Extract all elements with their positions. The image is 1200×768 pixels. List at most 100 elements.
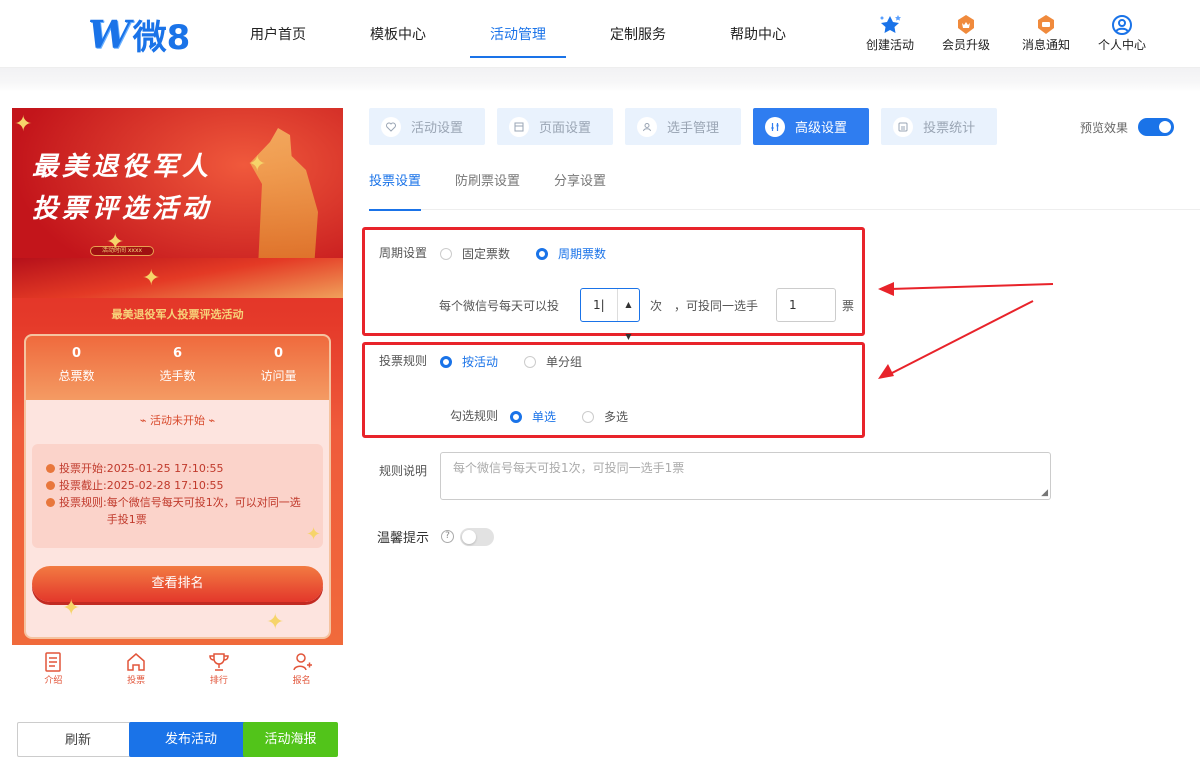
- tab-ranking[interactable]: 排行: [178, 645, 261, 695]
- stat-value: 0: [71, 346, 82, 361]
- sliders-icon: [765, 116, 786, 137]
- stat-total-votes: 0 总票数: [26, 336, 127, 400]
- logo-text: 微8: [132, 17, 191, 58]
- tab-intro-label: 介绍: [44, 676, 63, 686]
- heart-icon: [381, 116, 401, 137]
- info-row: 投票规则: 每个微信号每天可投1次，可以对同一选手投1票: [46, 494, 311, 528]
- activity-poster-button[interactable]: 活动海报: [243, 722, 338, 757]
- stat-visits: 0 访问量: [228, 336, 329, 400]
- preview-label: 预览效果: [1080, 120, 1129, 135]
- create-activity-label: 创建活动: [866, 38, 915, 52]
- notifications-link[interactable]: 消息通知: [1022, 14, 1070, 53]
- menu-help[interactable]: 帮助中心: [710, 0, 806, 68]
- radio-periodic-votes[interactable]: 周期票数: [536, 245, 606, 262]
- radio-label: 单分组: [546, 355, 583, 369]
- radio-circle: [440, 247, 452, 260]
- number-stepper[interactable]: ▲ ▼: [617, 289, 639, 341]
- flag-image: [12, 258, 343, 298]
- menu-custom-service[interactable]: 定制服务: [590, 0, 686, 68]
- logo[interactable]: W 微8: [88, 11, 190, 58]
- radio-single-group[interactable]: 单分组: [524, 353, 582, 370]
- chevron-up-icon[interactable]: ▲: [625, 289, 631, 321]
- star-icon: ✦: [14, 112, 33, 137]
- menu-activity-management[interactable]: 活动管理: [470, 0, 566, 68]
- tab-label: 投票统计: [923, 121, 976, 136]
- star-icon: ✦: [266, 610, 285, 635]
- user-icon: [637, 116, 658, 137]
- tab-signup[interactable]: 报名: [260, 645, 343, 695]
- rule-description-textarea[interactable]: 每个微信号每天可投1次，可投同一选手1票 ◢: [440, 452, 1051, 500]
- info-label: 投票截止:: [59, 479, 107, 492]
- crown-badge-icon: [955, 14, 977, 36]
- refresh-button[interactable]: 刷新: [17, 722, 139, 757]
- bullet-icon: [46, 464, 55, 473]
- stat-value: 0: [273, 346, 284, 361]
- tab-intro[interactable]: 介绍: [12, 645, 95, 695]
- tab-signup-label: 报名: [292, 676, 311, 686]
- tab-activity-settings[interactable]: 活动设置: [369, 108, 486, 145]
- preview-toggle-row: 预览效果: [1080, 118, 1175, 136]
- radio-circle: [582, 410, 594, 423]
- tab-vote-label: 投票: [127, 676, 146, 686]
- star-sparkle-icon: [878, 14, 902, 36]
- star-icon: ✦: [62, 596, 81, 621]
- saluting-soldier-image: [250, 128, 318, 268]
- same-player-votes-input[interactable]: 1: [776, 288, 836, 322]
- stat-label: 总票数: [58, 369, 95, 383]
- document-icon: [45, 652, 62, 672]
- tab-anti-fraud-settings[interactable]: 防刷票设置: [455, 160, 520, 210]
- bird-icon: ⌁: [208, 414, 216, 427]
- personal-center-link[interactable]: 个人中心: [1098, 14, 1146, 53]
- top-navigation: W 微8 用户首页 模板中心 活动管理 定制服务 帮助中心 创建活动 会员升级 …: [0, 0, 1200, 68]
- home-icon: [127, 653, 145, 671]
- radio-single-select[interactable]: 单选: [510, 408, 556, 425]
- menu-templates[interactable]: 模板中心: [350, 0, 446, 68]
- settings-step-tabs: 活动设置 页面设置 选手管理 高级设置 投票统计: [369, 108, 1009, 145]
- tab-advanced-settings[interactable]: 高级设置: [753, 108, 870, 145]
- bullet-icon: [46, 481, 55, 490]
- bird-icon: ⌁: [139, 414, 147, 427]
- tab-player-management[interactable]: 选手管理: [625, 108, 742, 145]
- resize-handle-icon[interactable]: ◢: [1041, 488, 1048, 498]
- message-badge-icon: [1035, 14, 1057, 36]
- member-upgrade-link[interactable]: 会员升级: [942, 14, 990, 53]
- tab-label: 高级设置: [795, 121, 848, 136]
- radio-fixed-votes[interactable]: 固定票数: [440, 245, 510, 262]
- info-row: 投票开始: 2025-01-25 17:10:55: [46, 460, 311, 477]
- stat-player-count: 6 选手数: [127, 336, 228, 400]
- main-menu: 用户首页 模板中心 活动管理 定制服务 帮助中心: [230, 0, 830, 68]
- header-divider: [0, 68, 1200, 92]
- tip-toggle[interactable]: [460, 527, 495, 546]
- activity-status-text: 活动未开始: [150, 414, 205, 427]
- help-icon[interactable]: ?: [441, 530, 455, 543]
- radio-multi-select[interactable]: 多选: [582, 408, 628, 425]
- radio-label: 单选: [532, 410, 557, 424]
- menu-home[interactable]: 用户首页: [230, 0, 326, 68]
- activity-status: ⌁ 活动未开始 ⌁: [26, 412, 329, 428]
- logo-mark: W: [88, 11, 131, 57]
- personal-center-label: 个人中心: [1098, 38, 1147, 52]
- tab-vote[interactable]: 投票: [95, 645, 178, 695]
- vote-info-box: 投票开始: 2025-01-25 17:10:55 投票截止: 2025-02-28…: [32, 444, 323, 548]
- tab-vote-settings[interactable]: 投票设置: [369, 160, 422, 211]
- stats-row: 0 总票数 6 选手数 0 访问量: [26, 336, 329, 400]
- radio-circle: [524, 355, 536, 368]
- tab-ranking-label: 排行: [209, 676, 228, 686]
- radio-circle: [440, 355, 452, 368]
- phone-preview: 最美退役军人 投票评选活动 活动时间 xxxx ✦ ✦ ✦ ✦ 最美退役军人投票…: [12, 108, 343, 645]
- per-day-unit: 次: [650, 299, 663, 313]
- activity-banner: 最美退役军人 投票评选活动 活动时间 xxxx ✦ ✦ ✦ ✦: [12, 108, 343, 298]
- info-value: 2025-01-25 17:10:55: [106, 462, 224, 475]
- info-label: 投票规则:: [59, 496, 107, 509]
- preview-toggle[interactable]: [1138, 118, 1175, 136]
- star-icon: ✦: [248, 152, 267, 177]
- tab-page-settings[interactable]: 页面设置: [497, 108, 614, 145]
- tab-vote-statistics[interactable]: 投票统计: [881, 108, 998, 145]
- create-activity-link[interactable]: 创建活动: [866, 14, 914, 53]
- annotation-arrows: [878, 282, 1054, 379]
- publish-activity-button[interactable]: 发布活动: [129, 722, 253, 757]
- votes-per-day-input[interactable]: 1| ▲ ▼: [580, 288, 640, 341]
- radio-by-activity[interactable]: 按活动: [440, 353, 498, 370]
- info-row: 投票截止: 2025-02-28 17:10:55: [46, 477, 311, 494]
- tab-share-settings[interactable]: 分享设置: [554, 160, 606, 210]
